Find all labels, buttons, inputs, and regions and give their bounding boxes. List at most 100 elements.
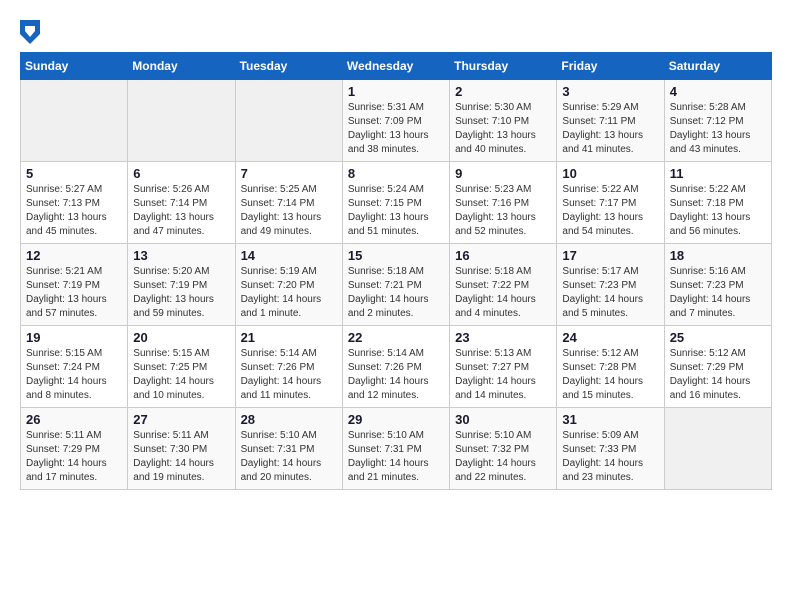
cell-content: Sunrise: 5:16 AM Sunset: 7:23 PM Dayligh… [670, 265, 766, 321]
day-number: 14 [241, 248, 337, 263]
cell-content: Sunrise: 5:18 AM Sunset: 7:22 PM Dayligh… [455, 265, 551, 321]
calendar-cell: 10 Sunrise: 5:22 AM Sunset: 7:17 PM Dayli… [557, 162, 664, 244]
cell-content: Sunrise: 5:20 AM Sunset: 7:19 PM Dayligh… [133, 265, 229, 321]
day-number: 31 [562, 412, 658, 427]
calendar-cell: 5Sunrise: 5:27 AM Sunset: 7:13 PM Daylig… [21, 162, 128, 244]
calendar-cell: 28 Sunrise: 5:10 AM Sunset: 7:31 PM Dayli… [235, 408, 342, 490]
cell-content: Sunrise: 5:10 AM Sunset: 7:31 PM Dayligh… [241, 429, 337, 485]
calendar-cell: 12 Sunrise: 5:21 AM Sunset: 7:19 PM Dayli… [21, 244, 128, 326]
calendar-cell: 14 Sunrise: 5:19 AM Sunset: 7:20 PM Dayli… [235, 244, 342, 326]
day-number: 16 [455, 248, 551, 263]
calendar-cell: 25 Sunrise: 5:12 AM Sunset: 7:29 PM Dayli… [664, 326, 771, 408]
day-number: 12 [26, 248, 122, 263]
day-number: 10 [562, 166, 658, 181]
cell-content: Sunrise: 5:11 AM Sunset: 7:29 PM Dayligh… [26, 429, 122, 485]
day-number: 9 [455, 166, 551, 181]
day-number: 8 [348, 166, 444, 181]
cell-content: Sunrise: 5:12 AM Sunset: 7:29 PM Dayligh… [670, 347, 766, 403]
day-number: 27 [133, 412, 229, 427]
day-number: 17 [562, 248, 658, 263]
calendar-cell: 6 Sunrise: 5:26 AM Sunset: 7:14 PM Daylig… [128, 162, 235, 244]
day-number: 21 [241, 330, 337, 345]
cell-content: Sunrise: 5:24 AM Sunset: 7:15 PM Dayligh… [348, 183, 444, 239]
day-number: 11 [670, 166, 766, 181]
cell-content: Sunrise: 5:19 AM Sunset: 7:20 PM Dayligh… [241, 265, 337, 321]
cell-content: Sunrise: 5:10 AM Sunset: 7:31 PM Dayligh… [348, 429, 444, 485]
calendar-cell: 26Sunrise: 5:11 AM Sunset: 7:29 PM Dayli… [21, 408, 128, 490]
calendar-week-2: 5Sunrise: 5:27 AM Sunset: 7:13 PM Daylig… [21, 162, 772, 244]
day-header-monday: Monday [128, 53, 235, 80]
calendar-cell: 11 Sunrise: 5:22 AM Sunset: 7:18 PM Dayli… [664, 162, 771, 244]
day-number: 2 [455, 84, 551, 99]
cell-content: Sunrise: 5:15 AM Sunset: 7:24 PM Dayligh… [26, 347, 122, 403]
calendar-cell [128, 80, 235, 162]
cell-content: Sunrise: 5:10 AM Sunset: 7:32 PM Dayligh… [455, 429, 551, 485]
calendar-cell: 15 Sunrise: 5:18 AM Sunset: 7:21 PM Dayli… [342, 244, 449, 326]
calendar-cell: 30 Sunrise: 5:10 AM Sunset: 7:32 PM Dayli… [450, 408, 557, 490]
logo [20, 20, 44, 44]
cell-content: Sunrise: 5:21 AM Sunset: 7:19 PM Dayligh… [26, 265, 122, 321]
day-header-saturday: Saturday [664, 53, 771, 80]
day-number: 23 [455, 330, 551, 345]
calendar-cell: 4 Sunrise: 5:28 AM Sunset: 7:12 PM Daylig… [664, 80, 771, 162]
cell-content: Sunrise: 5:23 AM Sunset: 7:16 PM Dayligh… [455, 183, 551, 239]
calendar-cell: 16 Sunrise: 5:18 AM Sunset: 7:22 PM Dayli… [450, 244, 557, 326]
day-number: 13 [133, 248, 229, 263]
calendar-cell: 27 Sunrise: 5:11 AM Sunset: 7:30 PM Dayli… [128, 408, 235, 490]
calendar-cell: 19 Sunrise: 5:15 AM Sunset: 7:24 PM Dayli… [21, 326, 128, 408]
calendar-cell: 20 Sunrise: 5:15 AM Sunset: 7:25 PM Dayli… [128, 326, 235, 408]
day-number: 6 [133, 166, 229, 181]
calendar-cell: 9 Sunrise: 5:23 AM Sunset: 7:16 PM Daylig… [450, 162, 557, 244]
day-number: 15 [348, 248, 444, 263]
calendar-cell: 7 Sunrise: 5:25 AM Sunset: 7:14 PM Daylig… [235, 162, 342, 244]
day-number: 28 [241, 412, 337, 427]
day-number: 20 [133, 330, 229, 345]
day-number: 19 [26, 330, 122, 345]
cell-content: Sunrise: 5:22 AM Sunset: 7:18 PM Dayligh… [670, 183, 766, 239]
day-number: 30 [455, 412, 551, 427]
calendar-cell: 3 Sunrise: 5:29 AM Sunset: 7:11 PM Daylig… [557, 80, 664, 162]
day-header-friday: Friday [557, 53, 664, 80]
calendar-table: SundayMondayTuesdayWednesdayThursdayFrid… [20, 52, 772, 490]
cell-content: Sunrise: 5:11 AM Sunset: 7:30 PM Dayligh… [133, 429, 229, 485]
day-number: 18 [670, 248, 766, 263]
calendar-cell: 13 Sunrise: 5:20 AM Sunset: 7:19 PM Dayli… [128, 244, 235, 326]
calendar-cell [664, 408, 771, 490]
logo-icon [20, 20, 40, 44]
calendar-cell: 17Sunrise: 5:17 AM Sunset: 7:23 PM Dayli… [557, 244, 664, 326]
day-number: 25 [670, 330, 766, 345]
cell-content: Sunrise: 5:14 AM Sunset: 7:26 PM Dayligh… [348, 347, 444, 403]
day-number: 7 [241, 166, 337, 181]
calendar-cell: 2 Sunrise: 5:30 AM Sunset: 7:10 PM Daylig… [450, 80, 557, 162]
calendar-cell: 21Sunrise: 5:14 AM Sunset: 7:26 PM Dayli… [235, 326, 342, 408]
day-number: 22 [348, 330, 444, 345]
page-header [20, 20, 772, 44]
calendar-cell [235, 80, 342, 162]
cell-content: Sunrise: 5:25 AM Sunset: 7:14 PM Dayligh… [241, 183, 337, 239]
day-number: 1 [348, 84, 444, 99]
calendar-week-3: 12 Sunrise: 5:21 AM Sunset: 7:19 PM Dayli… [21, 244, 772, 326]
day-number: 5 [26, 166, 122, 181]
cell-content: Sunrise: 5:31 AM Sunset: 7:09 PM Dayligh… [348, 101, 444, 157]
calendar-week-1: 1 Sunrise: 5:31 AM Sunset: 7:09 PM Daylig… [21, 80, 772, 162]
cell-content: Sunrise: 5:09 AM Sunset: 7:33 PM Dayligh… [562, 429, 658, 485]
cell-content: Sunrise: 5:29 AM Sunset: 7:11 PM Dayligh… [562, 101, 658, 157]
calendar-cell: 24 Sunrise: 5:12 AM Sunset: 7:28 PM Dayli… [557, 326, 664, 408]
cell-content: Sunrise: 5:18 AM Sunset: 7:21 PM Dayligh… [348, 265, 444, 321]
cell-content: Sunrise: 5:13 AM Sunset: 7:27 PM Dayligh… [455, 347, 551, 403]
calendar-cell: 1 Sunrise: 5:31 AM Sunset: 7:09 PM Daylig… [342, 80, 449, 162]
day-number: 4 [670, 84, 766, 99]
calendar-header-row: SundayMondayTuesdayWednesdayThursdayFrid… [21, 53, 772, 80]
day-number: 3 [562, 84, 658, 99]
calendar-week-4: 19 Sunrise: 5:15 AM Sunset: 7:24 PM Dayli… [21, 326, 772, 408]
cell-content: Sunrise: 5:12 AM Sunset: 7:28 PM Dayligh… [562, 347, 658, 403]
cell-content: Sunrise: 5:15 AM Sunset: 7:25 PM Dayligh… [133, 347, 229, 403]
calendar-cell: 22 Sunrise: 5:14 AM Sunset: 7:26 PM Dayli… [342, 326, 449, 408]
calendar-cell: 18 Sunrise: 5:16 AM Sunset: 7:23 PM Dayli… [664, 244, 771, 326]
calendar-cell: 31 Sunrise: 5:09 AM Sunset: 7:33 PM Dayli… [557, 408, 664, 490]
cell-content: Sunrise: 5:26 AM Sunset: 7:14 PM Dayligh… [133, 183, 229, 239]
cell-content: Sunrise: 5:30 AM Sunset: 7:10 PM Dayligh… [455, 101, 551, 157]
day-number: 24 [562, 330, 658, 345]
cell-content: Sunrise: 5:22 AM Sunset: 7:17 PM Dayligh… [562, 183, 658, 239]
cell-content: Sunrise: 5:28 AM Sunset: 7:12 PM Dayligh… [670, 101, 766, 157]
